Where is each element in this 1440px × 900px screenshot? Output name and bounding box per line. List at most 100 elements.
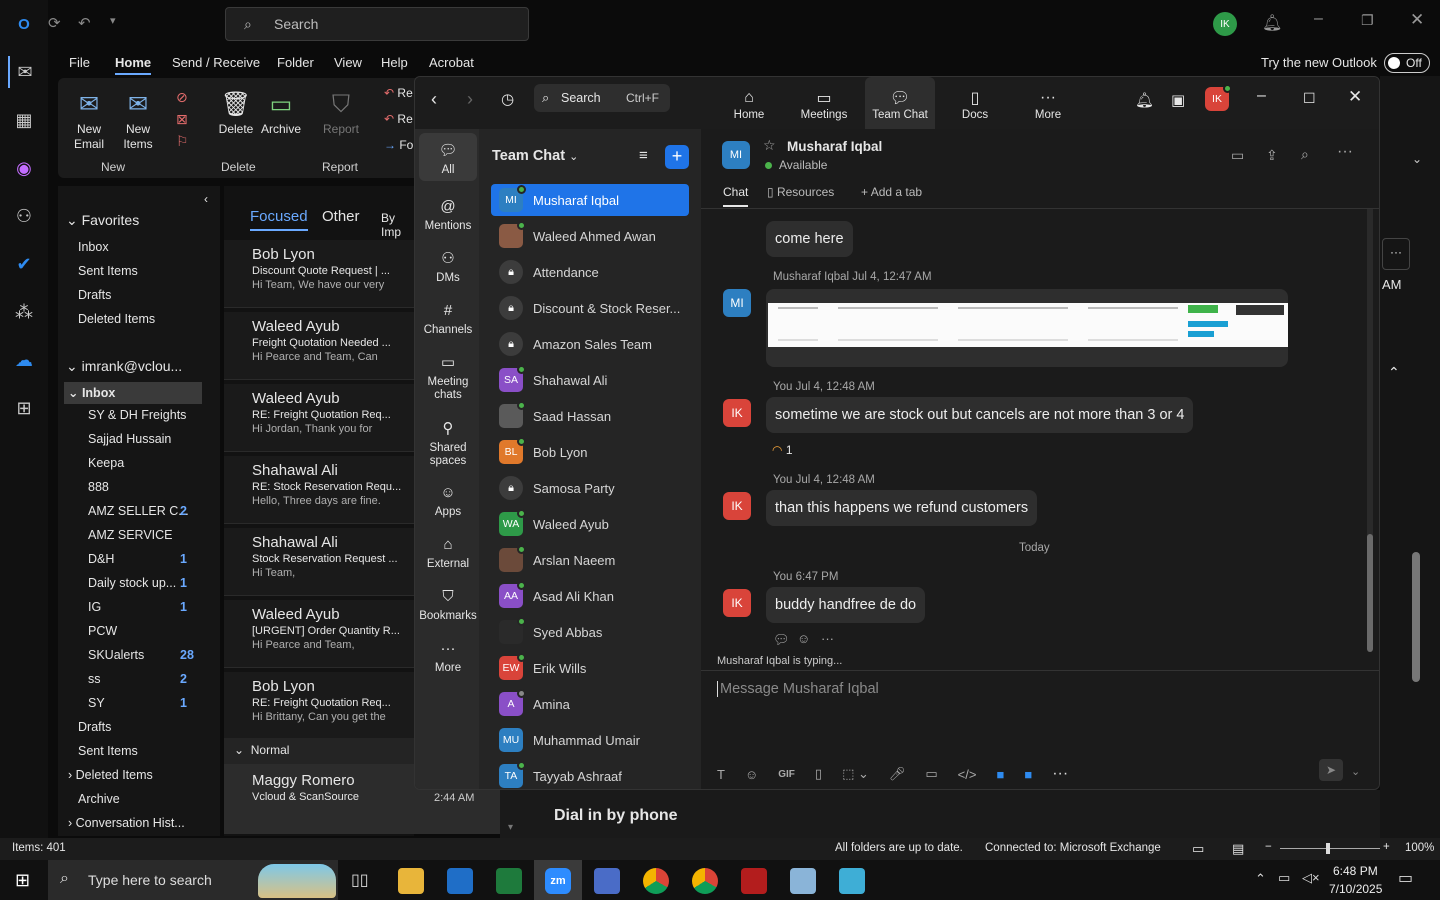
collapse-pane-icon[interactable]: ‹ [204,192,208,206]
subfolder-item[interactable]: PCW [88,624,238,638]
reply-button[interactable]: ↶ Re [384,86,413,100]
sender-avatar[interactable]: IK [723,492,751,520]
account-header[interactable]: ⌄ imrank@vclou... [66,358,216,375]
code-snippet-icon[interactable]: </> [958,767,977,782]
sender-avatar[interactable]: MI [723,289,751,317]
tab-chat[interactable]: Chat [723,185,749,207]
subfolder-item[interactable]: AMZ SELLER C... [88,504,238,518]
contact-item[interactable]: A Amina [491,688,689,720]
sender-avatar[interactable]: IK [723,399,751,427]
collapse-up-icon[interactable]: ⌃ [1388,364,1400,381]
rail-item-external[interactable]: ⌂ External [419,527,477,571]
history-icon[interactable]: ◷ [501,90,514,108]
search-chat-icon[interactable]: ⌕ [1301,146,1309,163]
outlook-taskbar-icon[interactable] [447,868,473,894]
chrome-icon[interactable] [643,868,669,894]
app-icon-2[interactable]: ■ [1024,767,1032,782]
menu-home[interactable]: Home [115,55,152,75]
menu-file[interactable]: File [69,55,90,70]
favorites-header[interactable]: ⌄ Favorites [66,212,216,229]
folder-item[interactable]: › Deleted Items [68,768,218,782]
forward-button[interactable]: → Fo [384,138,413,152]
windows-start-icon[interactable]: ⊞ [15,870,30,891]
send-icon[interactable]: ➤ [1319,759,1343,781]
reading-scrollbar[interactable] [1412,552,1420,682]
message-bubble[interactable]: come here [766,221,853,257]
zoom-avatar[interactable]: IK [1205,84,1232,111]
file-explorer-icon[interactable] [398,868,424,894]
message-item[interactable]: Waleed Ayub Freight Quotation Needed ... H… [224,312,414,380]
tab-other[interactable]: Other [322,208,360,225]
contact-item[interactable]: AA Asad Ali Khan [491,580,689,612]
filezilla-icon[interactable] [741,868,767,894]
contact-item[interactable]: EW Erik Wills [491,652,689,684]
archive-button[interactable]: ▭ Archive [258,88,304,137]
excel-icon[interactable] [496,868,522,894]
message-item[interactable]: Waleed Ayub RE: Freight Quotation Req... H… [224,384,414,452]
menu-send-receive[interactable]: Send / Receive [172,55,260,70]
folder-item[interactable]: Drafts [78,720,228,734]
outlook-search-input[interactable]: ⌕ Search [225,7,529,41]
rail-item-apps[interactable]: ☺ Apps [419,475,477,519]
rail-item-channels[interactable]: # Channels [419,293,477,337]
subfolder-item[interactable]: Sajjad Hussain [88,432,238,446]
new-items-button[interactable]: ✉ New Items [116,88,160,152]
fav-deleted[interactable]: Deleted Items [78,312,228,326]
reading-view-icon[interactable]: ▤ [1232,841,1244,857]
rail-item-all[interactable]: 💬︎ All [419,133,477,181]
people-icon[interactable]: ⚇ [8,200,40,232]
maximize-icon[interactable]: ☐ [1303,90,1316,107]
subfolder-item[interactable]: 888 [88,480,238,494]
minimize-icon[interactable]: – [1257,87,1266,105]
fav-inbox[interactable]: Inbox [78,240,228,254]
add-reaction-icon[interactable]: ☺ [797,631,810,646]
team-chat-title[interactable]: Team Chat ⌄ [492,148,578,164]
video-call-icon[interactable]: ▭ [1231,147,1244,164]
contact-item[interactable]: Arslan Naeem [491,544,689,576]
expand-icon[interactable]: ⌄ [1412,152,1422,166]
rail-item-dms[interactable]: ⚇ DMs [419,241,477,285]
close-icon[interactable]: ✕ [1410,10,1424,30]
normal-view-icon[interactable]: ▭ [1192,841,1204,857]
subfolder-item[interactable]: IG [88,600,238,614]
scroll-down-icon[interactable]: ▾ [508,822,513,833]
app-icon-1[interactable]: ■ [996,767,1004,782]
reply-icon[interactable]: 💬︎ [773,632,790,648]
new-outlook-toggle[interactable]: Off [1384,53,1430,73]
rail-item-more[interactable]: ··· More [419,631,477,675]
zoom-out-icon[interactable]: − [1265,841,1272,853]
contact-item[interactable]: SA Shahawal Ali [491,364,689,396]
chat-name[interactable]: Musharaf Iqbal [787,139,882,154]
notification-bell-icon[interactable]: 🔔︎ [1262,13,1282,33]
bell-icon[interactable]: 🔔︎ [1135,91,1154,109]
fav-sent[interactable]: Sent Items [78,264,228,278]
chat-avatar[interactable]: MI [722,141,750,169]
new-chat-button[interactable]: + [665,145,689,169]
contact-item[interactable]: MU Muhammad Umair [491,724,689,756]
minimize-icon[interactable]: – [1314,10,1323,28]
rail-item-meeting-chats[interactable]: ▭ Meeting chats [419,345,477,402]
chrome-profile-icon[interactable] [692,868,718,894]
message-bubble[interactable]: sometime we are stock out but cancels ar… [766,397,1194,433]
screenshot-icon[interactable]: ⬚ ⌄ [842,766,869,782]
sort-by-importance[interactable]: By Imp [381,211,414,239]
clock-date[interactable]: 7/10/2025 [1329,882,1382,896]
contact-item[interactable]: BL Bob Lyon [491,436,689,468]
star-icon[interactable]: ☆ [763,137,776,154]
rail-item-mentions[interactable]: @ Mentions [419,189,477,233]
todo-icon[interactable]: ✔ [8,248,40,280]
message-item[interactable]: Bob Lyon RE: Freight Quotation Req... Hi B… [224,672,414,740]
subfolder-item[interactable]: SY [88,696,238,710]
taskbar-search[interactable]: ⌕ Type here to search [48,860,338,900]
message-more-icon[interactable]: ··· [821,631,834,646]
rail-item-bookmarks[interactable]: ⛉ Bookmarks [419,579,477,623]
forward-icon[interactable]: › [467,89,473,110]
chat-more-icon[interactable]: ··· [1337,143,1353,161]
nav-meetings[interactable]: ▭ Meetings [789,87,859,121]
weather-widget-icon[interactable] [258,864,336,898]
groups-icon[interactable]: ⁂ [8,296,40,328]
nav-docs[interactable]: ▯ Docs [940,87,1010,121]
notifications-icon[interactable]: ▭ [1398,868,1413,888]
message-item[interactable]: Waleed Ayub [URGENT] Order Quantity R... H… [224,600,414,668]
nav-team-chat[interactable]: 💬︎ Team Chat [865,87,935,121]
